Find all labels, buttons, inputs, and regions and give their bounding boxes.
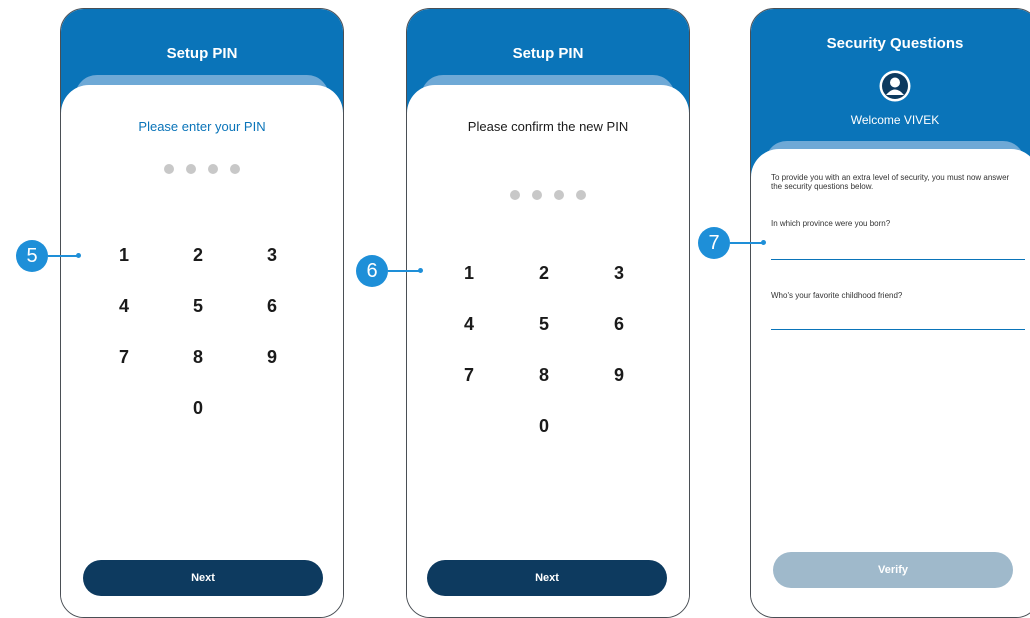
welcome-text: Welcome VIVEK — [850, 113, 940, 127]
security-intro-text: To provide you with an extra level of se… — [771, 173, 1010, 191]
pin-dot — [532, 190, 542, 200]
avatar-icon — [878, 69, 912, 103]
key-3[interactable]: 3 — [604, 263, 634, 284]
key-6[interactable]: 6 — [257, 296, 287, 317]
key-0[interactable]: 0 — [183, 398, 213, 419]
key-2[interactable]: 2 — [529, 263, 559, 284]
question-2-input[interactable] — [771, 329, 1025, 330]
key-4[interactable]: 4 — [454, 314, 484, 335]
phone-screen-setup-pin: Setup PIN Please enter your PIN 1 2 3 4 … — [60, 8, 344, 618]
pin-prompt: Please enter your PIN — [138, 119, 266, 134]
pin-dots — [61, 161, 343, 179]
phone-screen-confirm-pin: Setup PIN Please confirm the new PIN 1 2… — [406, 8, 690, 618]
content-card: Please enter your PIN 1 2 3 4 5 6 7 8 9 … — [61, 85, 343, 617]
content-card: Please confirm the new PIN 1 2 3 4 5 6 7… — [407, 85, 689, 617]
pin-dots — [407, 187, 689, 205]
next-button[interactable]: Next — [427, 560, 667, 596]
screen-title: Setup PIN — [166, 45, 238, 62]
phone-screen-security-questions: Security Questions Welcome VIVEK To prov… — [750, 8, 1030, 618]
pin-dot — [576, 190, 586, 200]
key-1[interactable]: 1 — [109, 245, 139, 266]
callout-connector — [48, 255, 78, 257]
callout-connector — [730, 242, 764, 244]
screen-title: Setup PIN — [512, 45, 584, 62]
key-1[interactable]: 1 — [454, 263, 484, 284]
key-2[interactable]: 2 — [183, 245, 213, 266]
question-2-label: Who's your favorite childhood friend? — [771, 291, 903, 300]
callout-dot — [76, 253, 81, 258]
pin-prompt: Please confirm the new PIN — [467, 119, 629, 134]
pin-dot — [186, 164, 196, 174]
key-8[interactable]: 8 — [183, 347, 213, 368]
next-button[interactable]: Next — [83, 560, 323, 596]
key-9[interactable]: 9 — [257, 347, 287, 368]
pin-dot — [510, 190, 520, 200]
content-card: To provide you with an extra level of se… — [751, 149, 1030, 617]
question-1-input[interactable] — [771, 259, 1025, 260]
callout-badge: 7 — [698, 227, 730, 259]
key-3[interactable]: 3 — [257, 245, 287, 266]
callout-connector — [388, 270, 420, 272]
callout-dot — [418, 268, 423, 273]
pin-dot — [554, 190, 564, 200]
pin-dot — [164, 164, 174, 174]
key-4[interactable]: 4 — [109, 296, 139, 317]
callout-badge: 6 — [356, 255, 388, 287]
key-8[interactable]: 8 — [529, 365, 559, 386]
key-5[interactable]: 5 — [183, 296, 213, 317]
callout-dot — [761, 240, 766, 245]
verify-button[interactable]: Verify — [773, 552, 1013, 588]
key-6[interactable]: 6 — [604, 314, 634, 335]
key-7[interactable]: 7 — [454, 365, 484, 386]
callout-badge: 5 — [16, 240, 48, 272]
pin-dot — [208, 164, 218, 174]
key-7[interactable]: 7 — [109, 347, 139, 368]
key-5[interactable]: 5 — [529, 314, 559, 335]
screen-title: Security Questions — [826, 35, 964, 52]
question-1-label: In which province were you born? — [771, 219, 891, 228]
key-9[interactable]: 9 — [604, 365, 634, 386]
pin-dot — [230, 164, 240, 174]
key-0[interactable]: 0 — [529, 416, 559, 437]
